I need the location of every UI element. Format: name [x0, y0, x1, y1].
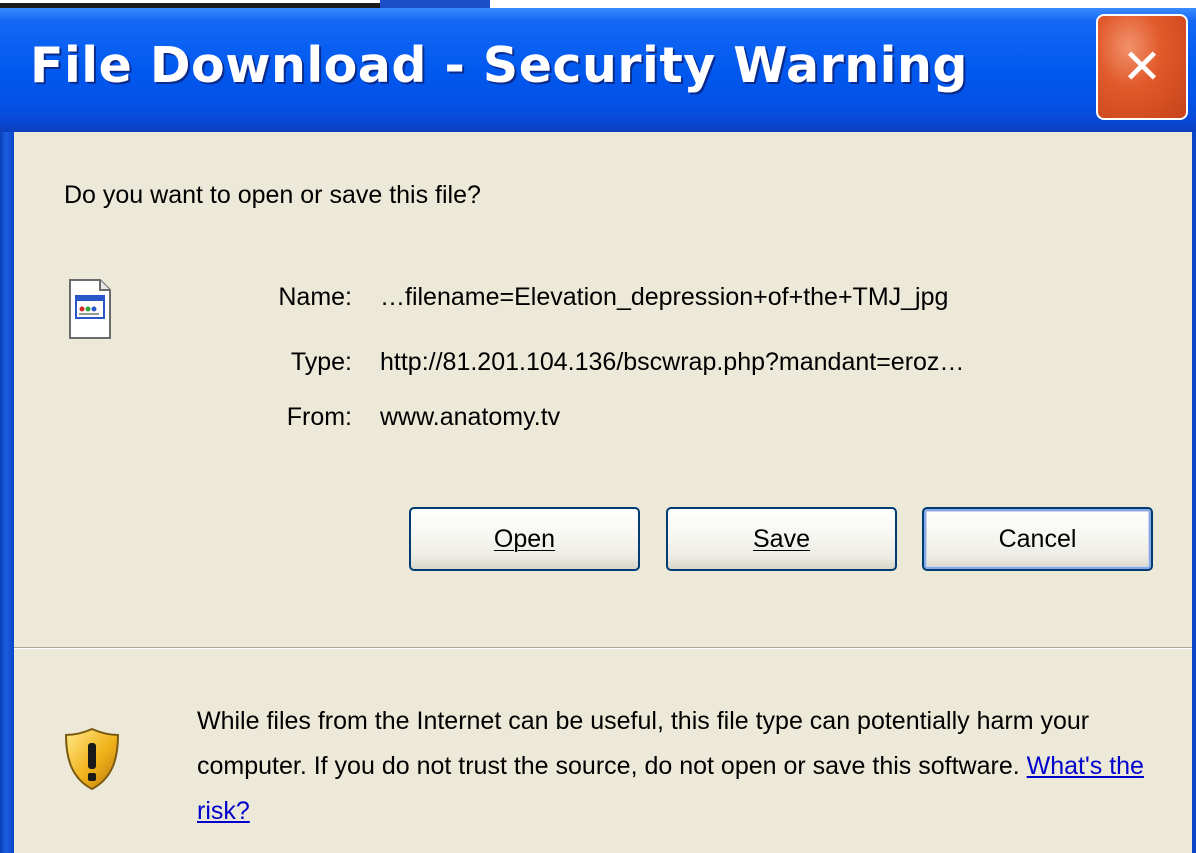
type-value: http://81.201.104.136/bscwrap.php?mandan…	[380, 348, 965, 376]
dialog-question: Do you want to open or save this file?	[64, 181, 481, 209]
save-button[interactable]: Save	[666, 507, 897, 571]
cancel-button[interactable]: Cancel	[922, 507, 1153, 571]
cancel-button-label: Cancel	[998, 524, 1077, 553]
background-strip	[0, 0, 1196, 8]
title-bar[interactable]: File Download - Security Warning ✕	[0, 0, 1196, 132]
type-label: Type:	[290, 348, 352, 376]
name-label: Name:	[278, 283, 352, 311]
file-from-row: From: www.anatomy.tv	[0, 403, 1180, 437]
file-download-dialog: File Download - Security Warning ✕ Do yo…	[0, 0, 1196, 853]
from-label: From:	[286, 403, 352, 431]
security-shield-warning-icon	[64, 727, 120, 791]
from-value: www.anatomy.tv	[380, 403, 561, 431]
file-name-row: Name: …filename=Elevation_depression+of+…	[0, 283, 1180, 317]
security-warning-text: While files from the Internet can be use…	[197, 699, 1177, 834]
open-button[interactable]: Open	[409, 507, 640, 571]
window-frame-left	[0, 132, 14, 853]
warning-message: While files from the Internet can be use…	[197, 707, 1090, 780]
window-frame-right	[1192, 132, 1196, 853]
name-value: …filename=Elevation_depression+of+the+TM…	[380, 283, 949, 311]
open-button-label: Open	[493, 524, 556, 553]
close-button[interactable]: ✕	[1096, 14, 1188, 120]
file-type-row: Type: http://81.201.104.136/bscwrap.php?…	[0, 348, 1180, 382]
save-button-label: Save	[753, 524, 810, 553]
window-title: File Download - Security Warning	[30, 37, 968, 94]
close-icon: ✕	[1121, 39, 1163, 95]
